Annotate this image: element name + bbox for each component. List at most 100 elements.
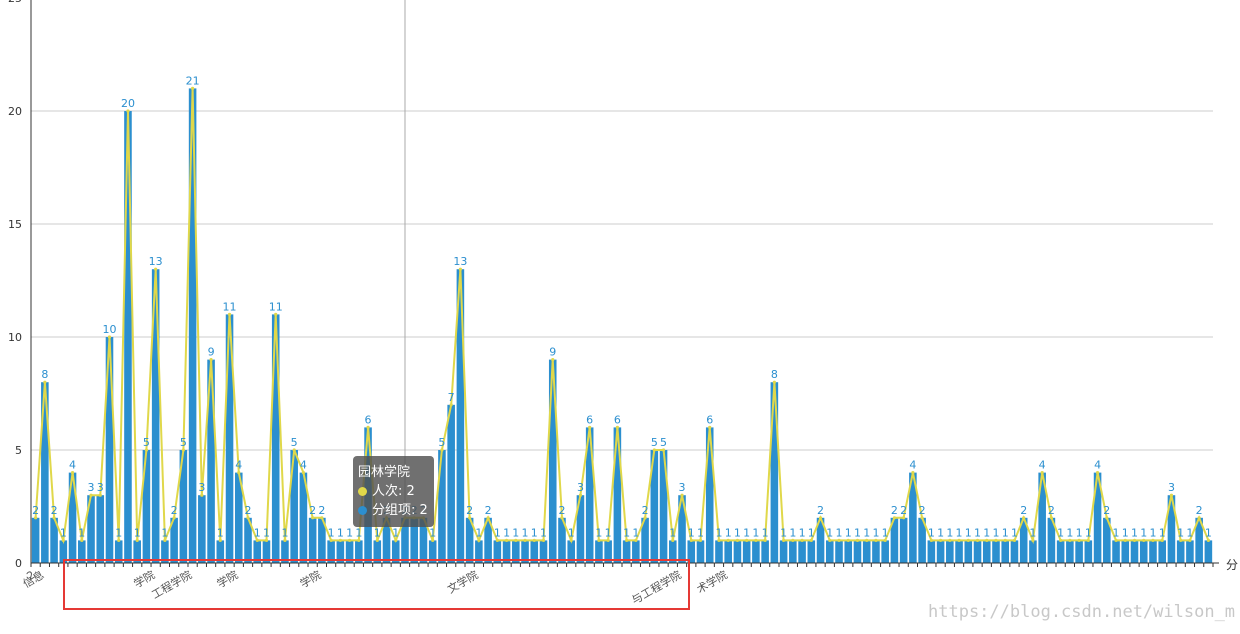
bar-value-label: 5	[438, 436, 445, 449]
bar-value-label: 1	[669, 526, 676, 539]
bar-value-label: 1	[734, 526, 741, 539]
bar	[742, 540, 751, 563]
bar	[835, 540, 843, 563]
bar-value-label: 1	[623, 526, 630, 539]
bar	[1186, 540, 1194, 563]
bar-value-label: 2	[1103, 504, 1110, 517]
bar	[1176, 540, 1185, 563]
bar-value-label: 1	[217, 526, 224, 539]
bar	[1130, 540, 1139, 563]
bar-value-label: 2	[642, 504, 649, 517]
bar-value-label: 1	[263, 526, 270, 539]
bar-value-label: 1	[1122, 526, 1129, 539]
bar-value-label: 5	[143, 436, 150, 449]
bar-value-label: 1	[78, 526, 85, 539]
bar-value-label: 1	[632, 526, 639, 539]
bar-value-label: 4	[1039, 459, 1046, 472]
bar-value-label: 1	[374, 526, 381, 539]
bar	[798, 540, 806, 563]
bar-value-label: 1	[882, 526, 889, 539]
bar-value-label: 1	[1029, 526, 1036, 539]
bar-value-label: 6	[586, 413, 593, 426]
bar-value-label: 1	[337, 526, 344, 539]
bar-value-label: 1	[346, 526, 353, 539]
bar-value-label: 9	[208, 346, 215, 359]
bar	[899, 517, 908, 563]
bar-value-label: 4	[300, 459, 307, 472]
tooltip-label: 人次	[372, 484, 399, 499]
bar-value-label: 2	[485, 504, 492, 517]
bar	[881, 540, 889, 563]
bar	[715, 540, 723, 563]
y-tick-label: 15	[8, 218, 22, 231]
bar-value-label: 1	[928, 526, 935, 539]
bar-value-label: 1	[1066, 526, 1073, 539]
x-category-label: 术学院	[694, 567, 730, 596]
bar-value-label: 1	[1159, 526, 1166, 539]
bar	[825, 540, 834, 563]
bar-value-label: 8	[771, 368, 778, 381]
bar	[1075, 540, 1083, 563]
bar-value-label: 1	[494, 526, 501, 539]
bar-value-label: 4	[69, 459, 76, 472]
bar-value-label: 1	[134, 526, 141, 539]
bar-value-label: 1	[392, 526, 399, 539]
tooltip-row-renci: 人次: 2	[358, 482, 429, 501]
bar-value-label: 7	[448, 391, 455, 404]
bar-value-label: 1	[512, 526, 519, 539]
bar	[96, 495, 105, 563]
bar-value-label: 1	[254, 526, 261, 539]
bar	[1056, 540, 1065, 563]
bar-value-label: 1	[605, 526, 612, 539]
bar	[124, 111, 132, 563]
y-tick-label: 0	[15, 557, 22, 570]
bar-value-label: 21	[186, 74, 200, 87]
bar-value-label: 11	[269, 300, 283, 313]
bar-value-label: 1	[531, 526, 538, 539]
bar-value-label: 1	[1177, 526, 1184, 539]
bar-value-label: 1	[872, 526, 879, 539]
bar	[724, 540, 732, 563]
bar	[1084, 540, 1093, 563]
bar-value-label: 1	[826, 526, 833, 539]
bar	[308, 517, 317, 563]
bar-value-label: 2	[900, 504, 907, 517]
bar-value-label: 3	[88, 481, 95, 494]
bar	[1158, 540, 1166, 563]
bar-value-label: 1	[808, 526, 815, 539]
bar-value-label: 1	[281, 526, 288, 539]
bar-value-label: 1	[1113, 526, 1120, 539]
bar-value-label: 10	[102, 323, 116, 336]
bar-value-label: 1	[743, 526, 750, 539]
bar	[271, 314, 280, 563]
bar-value-label: 1	[992, 526, 999, 539]
bar-value-label: 2	[32, 504, 39, 517]
bar	[1001, 540, 1010, 563]
bar-value-label: 1	[595, 526, 602, 539]
bar	[964, 540, 973, 563]
bar-value-label: 13	[453, 255, 467, 268]
bar-value-label: 1	[503, 526, 510, 539]
legend-dot-icon	[358, 506, 367, 515]
bar	[770, 382, 779, 563]
bar	[198, 495, 206, 563]
bar	[862, 540, 871, 563]
bar-value-label: 5	[291, 436, 298, 449]
y-tick-label: 10	[8, 331, 22, 344]
bar	[982, 540, 991, 563]
chart-tooltip: 园林学院 人次: 2 分组项: 2	[353, 456, 434, 527]
bar-value-label: 1	[752, 526, 759, 539]
bar-value-label: 1	[540, 526, 547, 539]
bar-value-label: 1	[355, 526, 362, 539]
bar-value-label: 1	[799, 526, 806, 539]
bar-value-label: 20	[121, 97, 135, 110]
bar-value-label: 2	[51, 504, 58, 517]
bar	[853, 540, 862, 563]
bar-value-label: 1	[762, 526, 769, 539]
bar-value-label: 8	[41, 368, 48, 381]
bar	[1112, 540, 1120, 563]
bar-value-label: 11	[223, 300, 237, 313]
bar-value-label: 2	[1196, 504, 1203, 517]
bar-value-label: 1	[1002, 526, 1009, 539]
bar	[936, 540, 945, 563]
